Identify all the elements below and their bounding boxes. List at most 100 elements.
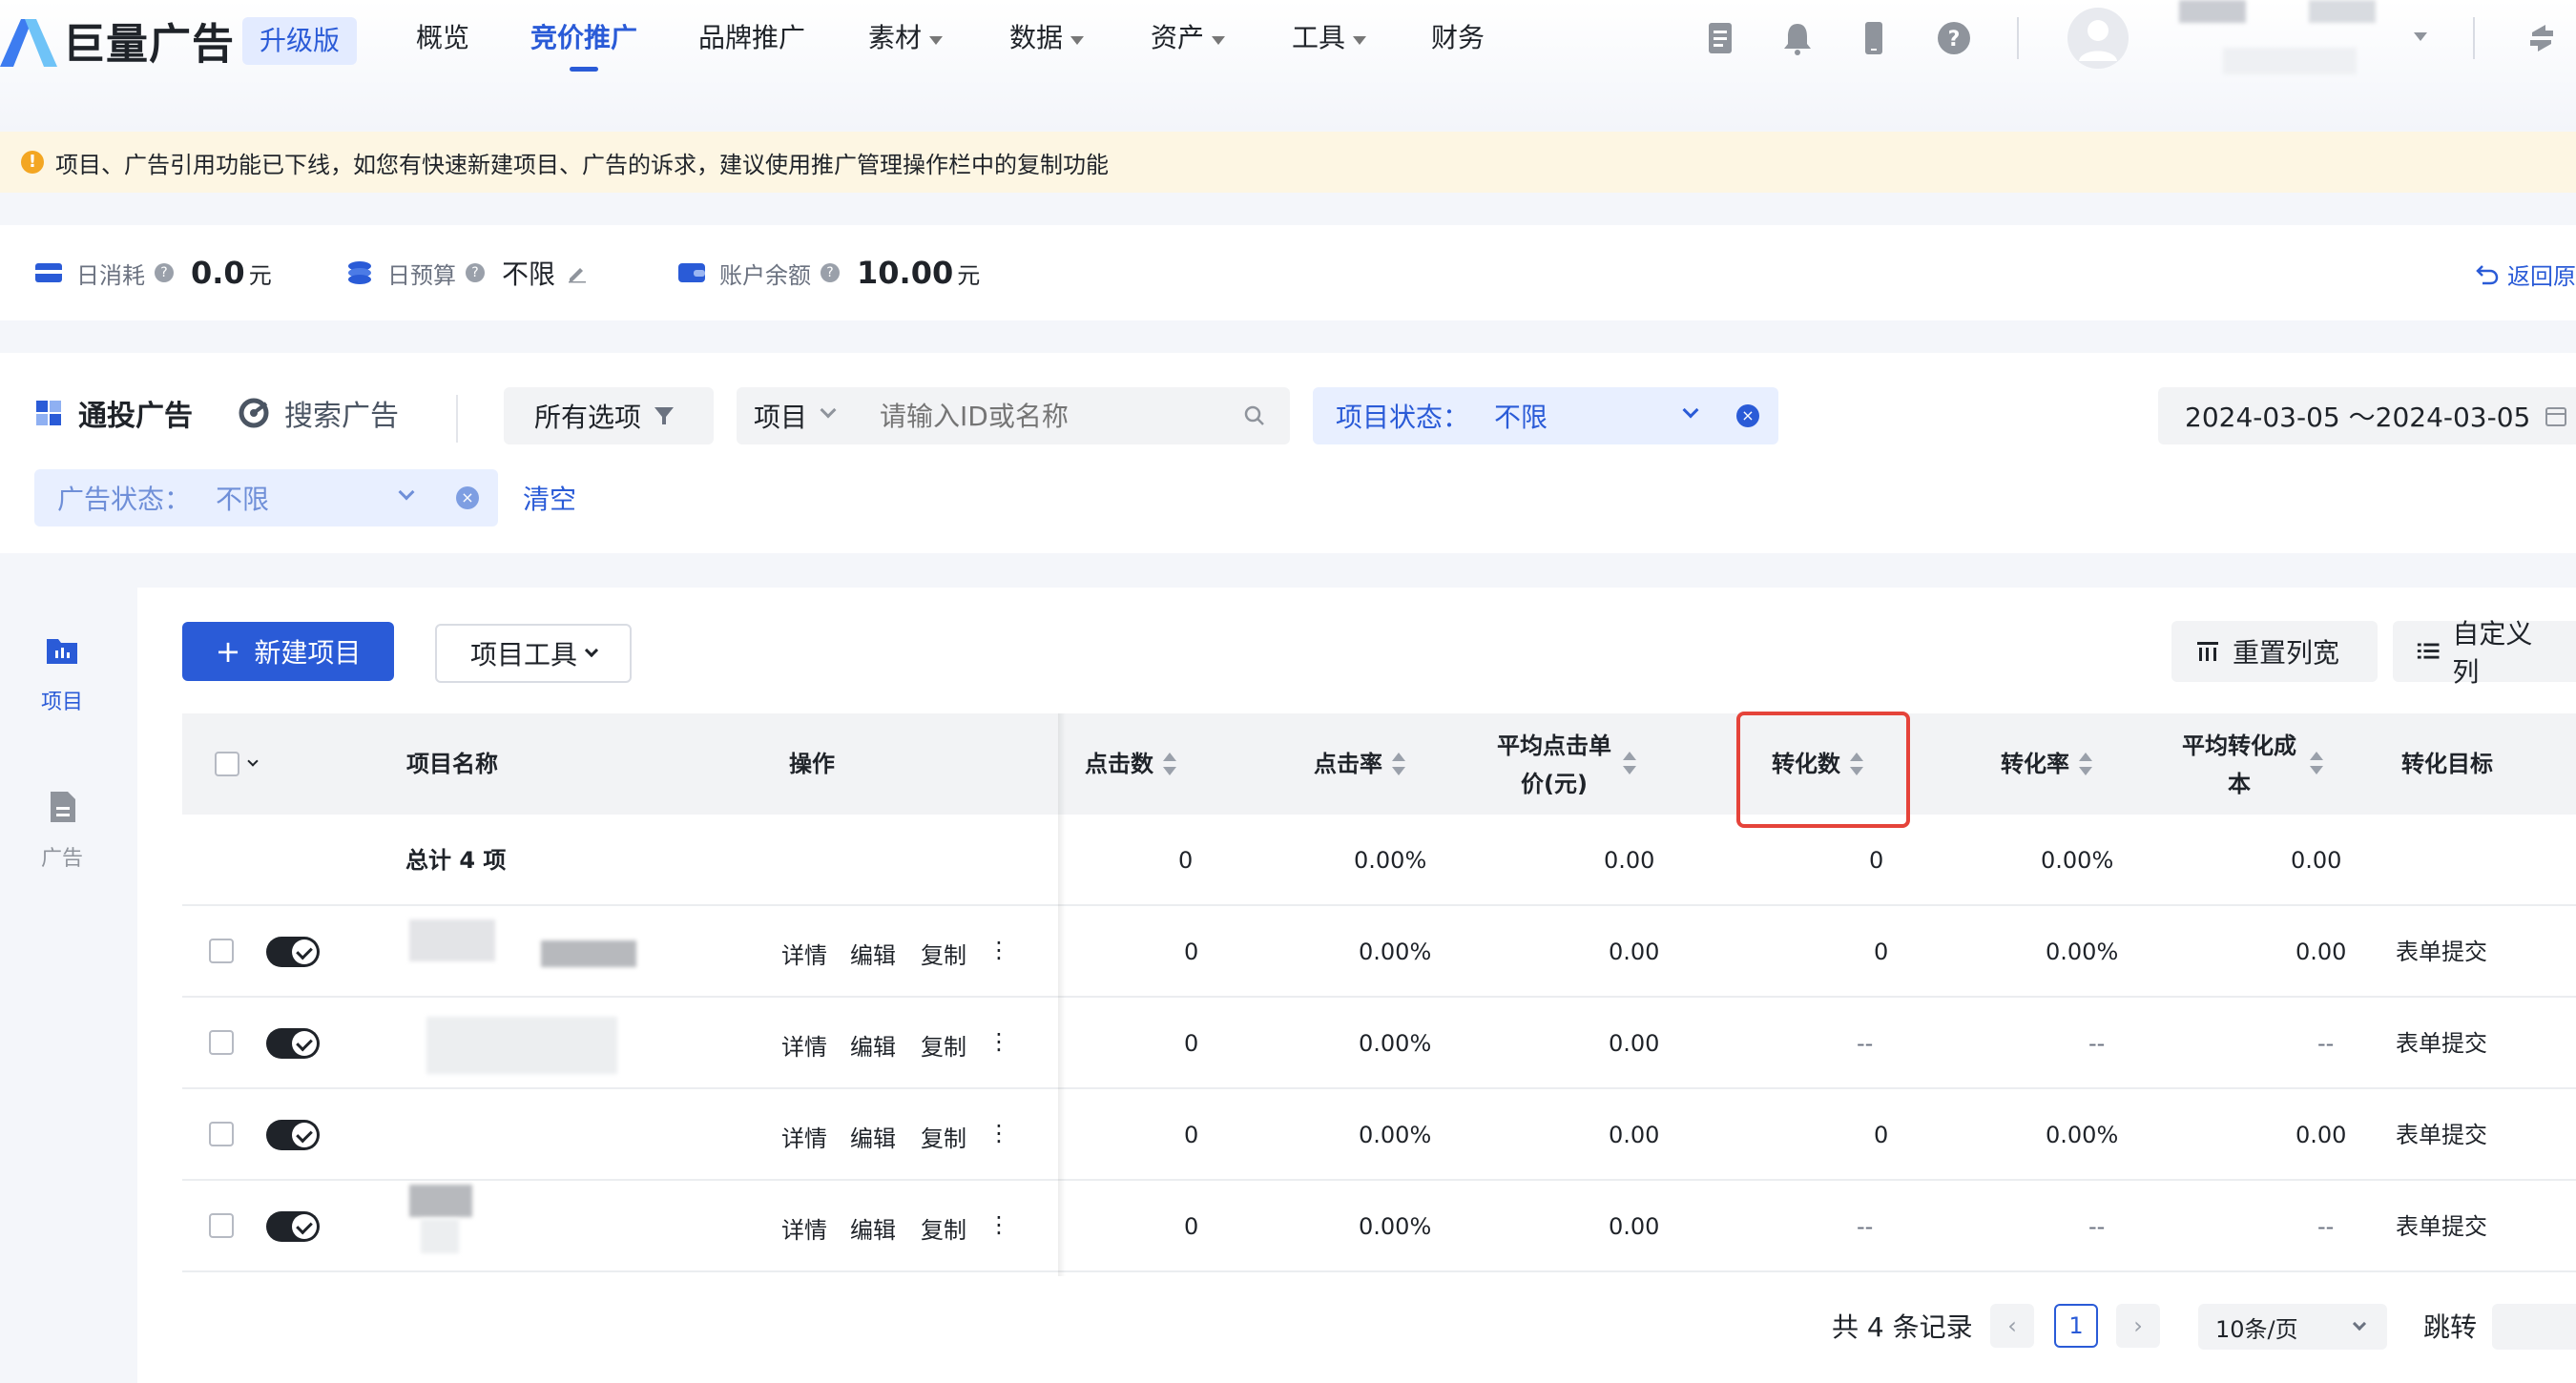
nav-bidding-promotion[interactable]: 竞价推广 <box>530 17 637 59</box>
edit-link[interactable]: 编辑 <box>850 937 896 970</box>
more-options-icon[interactable]: ⋮ <box>987 1028 1010 1055</box>
sort-icon[interactable] <box>2079 753 2092 775</box>
row-checkbox[interactable] <box>209 1030 234 1055</box>
nav-assets[interactable]: 资产 <box>1151 17 1226 59</box>
rail-label: 广告 <box>40 847 83 871</box>
sort-icon[interactable] <box>1623 752 1636 774</box>
search-icon[interactable] <box>1242 403 1267 428</box>
header-ctr[interactable]: 点击率 <box>1314 747 1405 781</box>
info-icon[interactable]: ? <box>155 263 174 282</box>
cell-cvr: -- <box>2088 1213 2106 1240</box>
clear-all-link[interactable]: 清空 <box>523 479 576 517</box>
copy-link[interactable]: 复制 <box>921 1120 966 1153</box>
detail-link[interactable]: 详情 <box>781 937 827 970</box>
cell-cpc: 0.00 <box>1609 1122 1660 1148</box>
project-tools-dropdown[interactable]: 项目工具 <box>435 624 632 683</box>
phone-icon[interactable] <box>1855 19 1893 57</box>
detail-link[interactable]: 详情 <box>781 1028 827 1062</box>
clear-filter-icon[interactable]: × <box>456 486 479 509</box>
nav-brand-promotion[interactable]: 品牌推广 <box>698 17 805 59</box>
switch-icon[interactable] <box>2523 19 2561 57</box>
date-range-picker[interactable]: 2024-03-05 ～2024-03-05 <box>2158 387 2576 444</box>
next-page-button[interactable]: › <box>2116 1304 2160 1348</box>
row-checkbox[interactable] <box>209 1122 234 1146</box>
select-menu-chevron-icon[interactable] <box>247 755 259 767</box>
nav-material[interactable]: 素材 <box>868 17 944 59</box>
row-checkbox[interactable] <box>209 1213 234 1238</box>
avatar[interactable] <box>2067 8 2129 69</box>
back-link-label: 返回原 <box>2507 263 2576 290</box>
cell-clicks: 0 <box>1184 939 1199 965</box>
table-row[interactable]: 详情 编辑 复制 ⋮ 0 0.00% 0.00 0 0.00% 0.00 表单提… <box>182 1089 2576 1181</box>
logo[interactable]: 巨量广告 <box>0 11 235 69</box>
nav-finance[interactable]: 财务 <box>1431 17 1485 59</box>
copy-link[interactable]: 复制 <box>921 937 966 970</box>
page-number-button[interactable]: 1 <box>2054 1304 2098 1348</box>
search-type-select[interactable]: 项目 <box>754 397 807 435</box>
header-clicks[interactable]: 点击数 <box>1085 747 1176 781</box>
detail-link[interactable]: 详情 <box>781 1211 827 1245</box>
project-status-filter[interactable]: 项目状态： 不限 × <box>1313 387 1778 444</box>
toggle-knob <box>292 1031 317 1056</box>
nav-data[interactable]: 数据 <box>1009 17 1085 59</box>
account-caret-icon[interactable] <box>2414 32 2427 41</box>
row-checkbox[interactable] <box>209 939 234 963</box>
jump-page-input[interactable] <box>2492 1304 2576 1350</box>
status-toggle[interactable] <box>266 1120 320 1150</box>
upgrade-badge[interactable]: 升级版 <box>242 17 358 65</box>
sort-icon[interactable] <box>2310 752 2323 774</box>
tab-search-ads[interactable]: 搜索广告 <box>239 389 399 437</box>
page-size-select[interactable]: 10条/页 <box>2198 1304 2387 1350</box>
info-icon[interactable]: ? <box>466 263 485 282</box>
document-icon[interactable] <box>1700 19 1738 57</box>
prev-page-button[interactable]: ‹ <box>1990 1304 2034 1348</box>
edit-link[interactable]: 编辑 <box>850 1028 896 1062</box>
detail-link[interactable]: 详情 <box>781 1120 827 1153</box>
table-row[interactable]: 详情 编辑 复制 ⋮ 0 0.00% 0.00 -- -- -- 表单提交 <box>182 1181 2576 1272</box>
help-icon[interactable]: ? <box>1935 19 1973 57</box>
custom-columns-button[interactable]: 自定义列 <box>2393 618 2576 688</box>
sort-icon[interactable] <box>1392 753 1405 775</box>
header-cvr[interactable]: 转化率 <box>2001 747 2092 781</box>
account-stats-bar: 日消耗 ? 0.0 元 日预算 ? 不限 账户余额 ? 10.00 元 <box>0 225 2576 320</box>
caret-down-icon <box>929 35 944 45</box>
more-options-icon[interactable]: ⋮ <box>987 1120 1010 1146</box>
clear-filter-icon[interactable]: × <box>1736 404 1759 427</box>
header-avg-cpc[interactable]: 平均点击单 价(元) <box>1497 727 1611 803</box>
search-input[interactable] <box>880 397 1223 435</box>
select-all-checkbox[interactable] <box>215 752 239 776</box>
copy-link[interactable]: 复制 <box>921 1211 966 1245</box>
chevron-down-icon <box>820 402 837 419</box>
edit-pencil-icon[interactable] <box>567 262 588 283</box>
new-project-button[interactable]: + 新建项目 <box>182 622 394 681</box>
status-toggle[interactable] <box>266 1211 320 1242</box>
info-icon[interactable]: ? <box>821 263 840 282</box>
summary-ctr: 0.00% <box>1354 847 1427 874</box>
nav-overview[interactable]: 概览 <box>416 17 469 59</box>
rail-item-project[interactable]: 项目 <box>0 631 124 715</box>
more-options-icon[interactable]: ⋮ <box>987 937 1010 963</box>
ad-status-filter[interactable]: 广告状态： 不限 × <box>34 469 498 526</box>
reset-column-width-button[interactable]: 重置列宽 <box>2171 621 2378 682</box>
status-toggle[interactable] <box>266 1028 320 1059</box>
header-avg-cpa[interactable]: 平均转化成 本 <box>2182 727 2296 803</box>
copy-link[interactable]: 复制 <box>921 1028 966 1062</box>
tab-general-ads[interactable]: 通投广告 <box>34 389 193 437</box>
table-row[interactable]: 详情 编辑 复制 ⋮ 0 0.00% 0.00 -- -- -- 表单提交 <box>182 998 2576 1089</box>
nav-tools[interactable]: 工具 <box>1292 17 1367 59</box>
chevron-down-icon <box>398 484 415 501</box>
edit-link[interactable]: 编辑 <box>850 1120 896 1153</box>
bell-icon[interactable] <box>1778 19 1817 57</box>
status-toggle[interactable] <box>266 937 320 967</box>
cell-cvr: -- <box>2088 1030 2106 1057</box>
cell-conversions: -- <box>1857 1213 1874 1240</box>
sort-icon[interactable] <box>1163 753 1176 775</box>
warning-icon: ! <box>21 151 44 174</box>
header-project-name: 项目名称 <box>406 747 498 781</box>
edit-link[interactable]: 编辑 <box>850 1211 896 1245</box>
rail-item-ad[interactable]: 广告 <box>0 788 124 872</box>
back-to-old-version-link[interactable]: 返回原 <box>2475 258 2576 291</box>
table-row[interactable]: 详情 编辑 复制 ⋮ 0 0.00% 0.00 0 0.00% 0.00 表单提… <box>182 906 2576 998</box>
more-options-icon[interactable]: ⋮ <box>987 1211 1010 1238</box>
all-options-button[interactable]: 所有选项 <box>504 387 714 444</box>
